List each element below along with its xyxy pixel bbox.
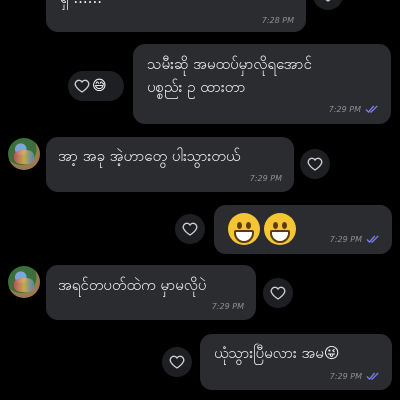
- message-bubble-incoming[interactable]: အာ့ အခု အဲ့ဟာတွေ ပါးသွားတယ် 7:29 PM: [46, 137, 294, 192]
- message-text: အရင်တပတ်ထဲက မှာမလိုပဲ: [58, 276, 207, 294]
- emoji-message: [228, 213, 300, 245]
- grinning-face-emoji: [264, 213, 296, 245]
- heart-outline-icon: [182, 222, 198, 236]
- message-text: အာ့ အခု အဲ့ဟာတွေ ပါးသွားတယ်: [58, 147, 241, 165]
- reaction-emoji: 😅: [92, 78, 107, 94]
- message-time: 7:29 PM: [249, 174, 282, 183]
- heart-outline-icon: [270, 286, 286, 300]
- heart-outline-icon: [169, 355, 185, 369]
- double-check-icon: [365, 105, 378, 113]
- message-text: ယုံသွားပြီမလား အမ😜: [214, 344, 340, 362]
- react-button[interactable]: [162, 347, 192, 377]
- react-button[interactable]: [313, 0, 343, 10]
- heart-outline-icon: [307, 157, 323, 171]
- message-text-line-2: ပစ္စည်း ဥ ထားတာ: [147, 78, 246, 96]
- message-bubble-outgoing[interactable]: 😁😁 7:29 PM: [214, 205, 392, 254]
- message-text-line-1: သမီးဆို အမထပ်မှာလိုရအောင်: [147, 55, 312, 73]
- contact-avatar[interactable]: [8, 138, 40, 170]
- react-button[interactable]: [175, 214, 205, 244]
- heart-outline-icon: [74, 79, 90, 93]
- message-bubble-incoming[interactable]: အရင်တပတ်ထဲက မှာမလိုပဲ 7:29 PM: [46, 265, 256, 320]
- message-time: 7:29 PM: [329, 372, 362, 381]
- message-bubble-outgoing[interactable]: သမီးဆို အမထပ်မှာလိုရအောင် ပစ္စည်း ဥ ထားတ…: [133, 44, 391, 124]
- react-button[interactable]: [300, 149, 330, 179]
- message-text: ရှ ......: [60, 0, 102, 9]
- reaction-pill[interactable]: 😅: [68, 71, 124, 101]
- message-bubble-outgoing[interactable]: ယုံသွားပြီမလား အမ😜 7:29 PM: [200, 334, 392, 390]
- react-button[interactable]: [263, 278, 293, 308]
- contact-avatar[interactable]: [8, 266, 40, 298]
- heart-outline-icon: [325, 0, 331, 2]
- message-time: 7:28 PM: [261, 16, 294, 25]
- message-time: 7:29 PM: [328, 105, 361, 114]
- grinning-face-emoji: [228, 213, 260, 245]
- double-check-icon: [366, 235, 379, 243]
- message-bubble-incoming[interactable]: ရှ ...... 7:28 PM: [46, 0, 306, 32]
- message-time: 7:29 PM: [329, 235, 362, 244]
- message-time: 7:29 PM: [211, 302, 244, 311]
- double-check-icon: [366, 372, 379, 380]
